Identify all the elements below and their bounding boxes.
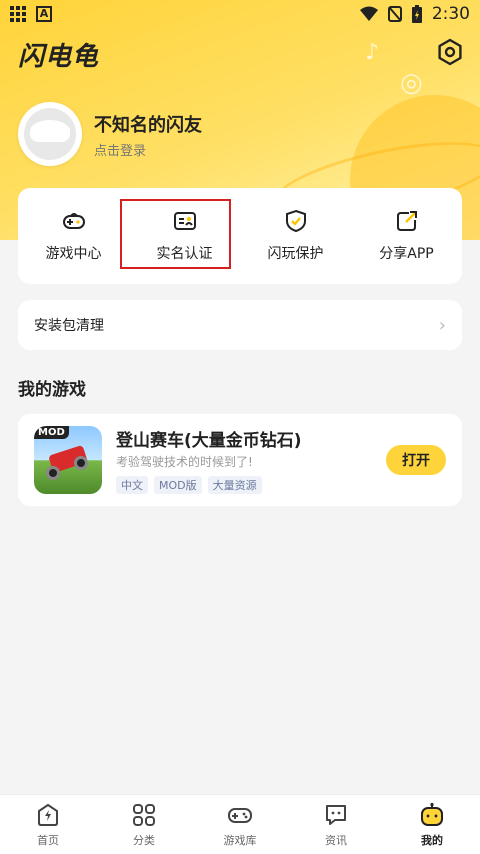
gamepad-decoration: ◎: [400, 68, 423, 98]
status-bar: A 2:30: [0, 0, 480, 28]
bottom-tab-bar: 首页 分类 游戏库 资讯 我的: [0, 794, 480, 854]
game-title: 登山赛车(大量金币钻石): [116, 431, 302, 451]
gamepad-icon: [228, 807, 252, 823]
tab-profile-label: 我的: [421, 833, 443, 847]
tab-game-library-label: 游戏库: [223, 833, 257, 847]
quick-actions-card: 游戏中心 实名认证 闪玩保护 分享APP: [18, 188, 462, 284]
home-bolt-icon: [38, 803, 58, 826]
category-icon: [133, 803, 155, 826]
chevron-right-icon: ›: [438, 314, 446, 336]
game-center-label: 游戏中心: [45, 246, 102, 262]
game-center-button[interactable]: 游戏中心: [18, 188, 129, 284]
login-link[interactable]: 点击登录: [94, 140, 146, 159]
user-name[interactable]: 不知名的闪友: [94, 111, 202, 137]
package-cleanup-row[interactable]: 安装包清理 ›: [18, 300, 462, 350]
news-icon: [326, 804, 346, 825]
clock: 2:30: [431, 4, 470, 24]
avatar[interactable]: [18, 102, 82, 166]
battery-charging-icon: [411, 5, 422, 23]
package-cleanup-label: 安装包清理: [34, 318, 104, 334]
mod-badge: MOD: [34, 426, 69, 439]
profile-robot-icon: [421, 802, 443, 826]
tab-news-label: 资讯: [325, 833, 347, 847]
wifi-icon: [359, 6, 378, 21]
tab-category[interactable]: 分类: [96, 795, 192, 854]
music-note-decoration: ♪: [365, 40, 380, 65]
game-description: 考验驾驶技术的时候到了!: [116, 455, 253, 469]
tab-category-label: 分类: [133, 833, 155, 847]
shield-check-icon: [285, 209, 306, 233]
my-games-heading: 我的游戏: [18, 380, 86, 400]
app-title: 闪电龟: [18, 42, 100, 72]
highlight-box: [120, 199, 231, 269]
game-tags: 中文 MOD版 大量资源: [116, 476, 262, 494]
tab-home-label: 首页: [37, 833, 59, 847]
gamepad-icon: [62, 213, 85, 229]
wheel-illustration: [74, 456, 88, 470]
share-icon: [396, 211, 417, 231]
tab-home[interactable]: 首页: [0, 795, 96, 854]
app-grid-icon: [10, 6, 26, 22]
tab-news[interactable]: 资讯: [288, 795, 384, 854]
share-app-button[interactable]: 分享APP: [351, 188, 462, 284]
game-tag: MOD版: [154, 476, 202, 494]
game-thumbnail: MOD: [34, 426, 102, 494]
tab-profile[interactable]: 我的: [384, 795, 480, 854]
no-sim-icon: [387, 6, 402, 22]
game-tag: 中文: [116, 476, 148, 494]
share-app-label: 分享APP: [379, 246, 434, 262]
notification-a-icon: A: [36, 6, 52, 22]
game-tag: 大量资源: [207, 476, 262, 494]
play-protection-button[interactable]: 闪玩保护: [240, 188, 351, 284]
open-game-button[interactable]: 打开: [386, 445, 446, 475]
wheel-illustration: [46, 466, 60, 480]
tab-game-library[interactable]: 游戏库: [192, 795, 288, 854]
game-list-item[interactable]: MOD 登山赛车(大量金币钻石) 考验驾驶技术的时候到了! 中文 MOD版 大量…: [18, 414, 462, 506]
play-protection-label: 闪玩保护: [267, 246, 324, 262]
settings-gear-icon[interactable]: [436, 38, 464, 66]
